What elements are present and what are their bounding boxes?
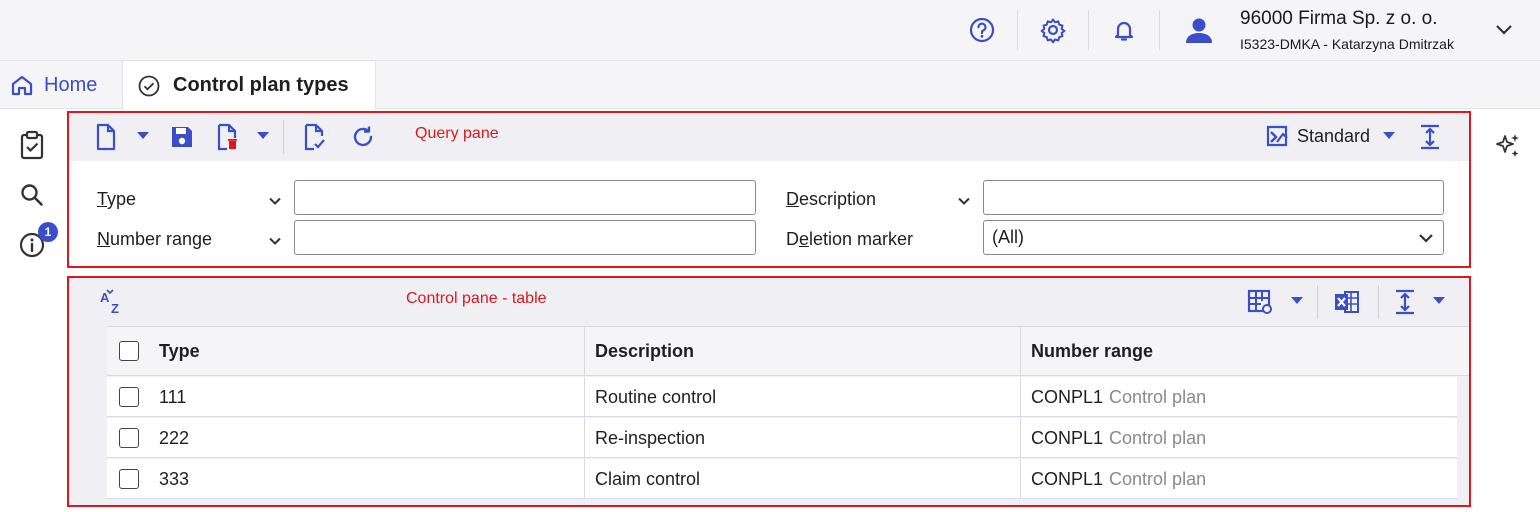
cell-description: Routine control <box>595 386 717 407</box>
new-dropdown-caret[interactable] <box>137 132 149 139</box>
validate-document-icon[interactable] <box>299 122 329 152</box>
row-height-caret[interactable] <box>1433 297 1445 304</box>
table-row[interactable]: 333 Claim control CONPL1 Control plan <box>107 459 1457 499</box>
deletion-marker-value: (All) <box>992 227 1024 247</box>
tab-home-label: Home <box>44 73 98 96</box>
deletion-marker-field-label: Deletion marker <box>786 229 914 249</box>
divider <box>1017 10 1018 50</box>
cell-description: Claim control <box>595 468 701 489</box>
number-range-name: Control plan <box>1109 468 1207 489</box>
help-icon[interactable] <box>966 14 998 46</box>
divider <box>1088 10 1089 50</box>
view-switch-icon[interactable] <box>1263 122 1293 152</box>
table-header: Type Description Number range <box>107 326 1469 376</box>
query-pane: Query pane Standard Type Number range De… <box>67 111 1471 268</box>
column-header-type[interactable]: Type <box>159 327 200 375</box>
type-operator-chevron-icon[interactable] <box>269 195 281 207</box>
column-header-number-range[interactable]: Number range <box>1031 327 1153 375</box>
user-avatar-icon[interactable] <box>1183 14 1215 46</box>
number-range-name: Control plan <box>1109 386 1207 407</box>
description-field[interactable] <box>983 180 1444 215</box>
check-circle-icon <box>138 75 160 96</box>
company-name[interactable]: 96000 Firma Sp. z o. o. <box>1240 8 1438 30</box>
row-checkbox[interactable] <box>119 387 139 407</box>
type-field-label: Type <box>97 189 137 209</box>
column-divider <box>1020 418 1021 458</box>
table-settings-icon[interactable] <box>1245 287 1275 317</box>
sort-az-icon[interactable]: AZ <box>97 287 127 317</box>
cell-type: 111 <box>159 386 187 407</box>
tab-home[interactable]: Home <box>0 61 122 109</box>
number-range-code: CONPL1 <box>1031 427 1104 448</box>
search-icon[interactable] <box>16 179 48 211</box>
cell-type: 333 <box>159 468 190 489</box>
delete-document-icon[interactable] <box>212 122 242 152</box>
table-row[interactable]: 222 Re-inspection CONPL1 Control plan <box>107 418 1457 458</box>
column-divider <box>584 377 585 417</box>
toolbar-divider <box>1378 285 1379 319</box>
table-row[interactable]: 111 Routine control CONPL1 Control plan <box>107 377 1457 417</box>
cell-number-range: CONPL1 Control plan <box>1031 377 1206 417</box>
query-pane-label: Query pane <box>415 125 499 142</box>
delete-dropdown-caret[interactable] <box>257 132 269 139</box>
excel-export-icon[interactable] <box>1332 287 1362 317</box>
table-settings-caret[interactable] <box>1291 297 1303 304</box>
column-divider <box>584 418 585 458</box>
svg-text:Z: Z <box>111 301 119 316</box>
description-field-label: Description <box>786 189 877 209</box>
column-divider <box>584 459 585 499</box>
home-icon <box>11 75 33 96</box>
ai-sparkle-icon[interactable] <box>1492 130 1524 162</box>
cell-number-range: CONPL1 Control plan <box>1031 459 1206 499</box>
tab-control-plan-types[interactable]: Control plan types <box>122 61 376 110</box>
toolbar-divider <box>283 120 284 154</box>
description-operator-chevron-icon[interactable] <box>958 195 970 207</box>
view-dropdown-caret[interactable] <box>1383 132 1395 139</box>
number-range-code: CONPL1 <box>1031 468 1104 489</box>
left-navigation <box>0 109 62 512</box>
select-chevron-icon <box>1419 234 1433 243</box>
column-divider <box>1020 377 1021 417</box>
save-icon[interactable] <box>167 122 197 152</box>
number-range-name: Control plan <box>1109 427 1207 448</box>
column-divider <box>1020 327 1021 375</box>
clipboard-check-icon[interactable] <box>16 129 48 161</box>
select-all-checkbox[interactable] <box>119 341 139 361</box>
number-range-field-label: Number range <box>97 229 213 249</box>
tab-bar: Home Control plan types <box>0 61 1540 110</box>
type-field[interactable] <box>294 180 756 215</box>
row-checkbox[interactable] <box>119 469 139 489</box>
control-pane: AZ Control pane - table Type Description… <box>67 276 1471 507</box>
number-range-code: CONPL1 <box>1031 386 1104 407</box>
tab-active-label: Control plan types <box>173 74 349 96</box>
cell-type: 222 <box>159 427 190 448</box>
number-range-operator-chevron-icon[interactable] <box>269 235 281 247</box>
number-range-field[interactable] <box>294 220 756 255</box>
info-badge: 1 <box>38 222 58 242</box>
row-checkbox[interactable] <box>119 428 139 448</box>
divider <box>1159 10 1160 50</box>
top-bar: 96000 Firma Sp. z o. o. I5323-DMKA - Kat… <box>0 0 1540 61</box>
query-toolbar: Query pane Standard <box>69 113 1469 161</box>
view-standard-label[interactable]: Standard <box>1297 126 1370 147</box>
refresh-icon[interactable] <box>348 122 378 152</box>
control-pane-label: Control pane - table <box>406 290 547 307</box>
toolbar-divider <box>1317 285 1318 319</box>
control-toolbar: AZ Control pane - table <box>69 278 1469 326</box>
user-name[interactable]: I5323-DMKA - Katarzyna Dmitrzak <box>1240 36 1454 52</box>
chevron-down-icon[interactable] <box>1488 14 1520 46</box>
column-divider <box>1020 459 1021 499</box>
column-divider <box>584 327 585 375</box>
row-height-icon[interactable] <box>1390 287 1420 317</box>
bell-icon[interactable] <box>1108 14 1140 46</box>
cell-number-range: CONPL1 Control plan <box>1031 418 1206 458</box>
deletion-marker-select[interactable]: (All) <box>983 220 1444 255</box>
expand-height-icon[interactable] <box>1415 122 1445 152</box>
settings-icon[interactable] <box>1037 14 1069 46</box>
column-header-description[interactable]: Description <box>595 327 694 375</box>
new-document-icon[interactable] <box>91 122 121 152</box>
cell-description: Re-inspection <box>595 427 706 448</box>
